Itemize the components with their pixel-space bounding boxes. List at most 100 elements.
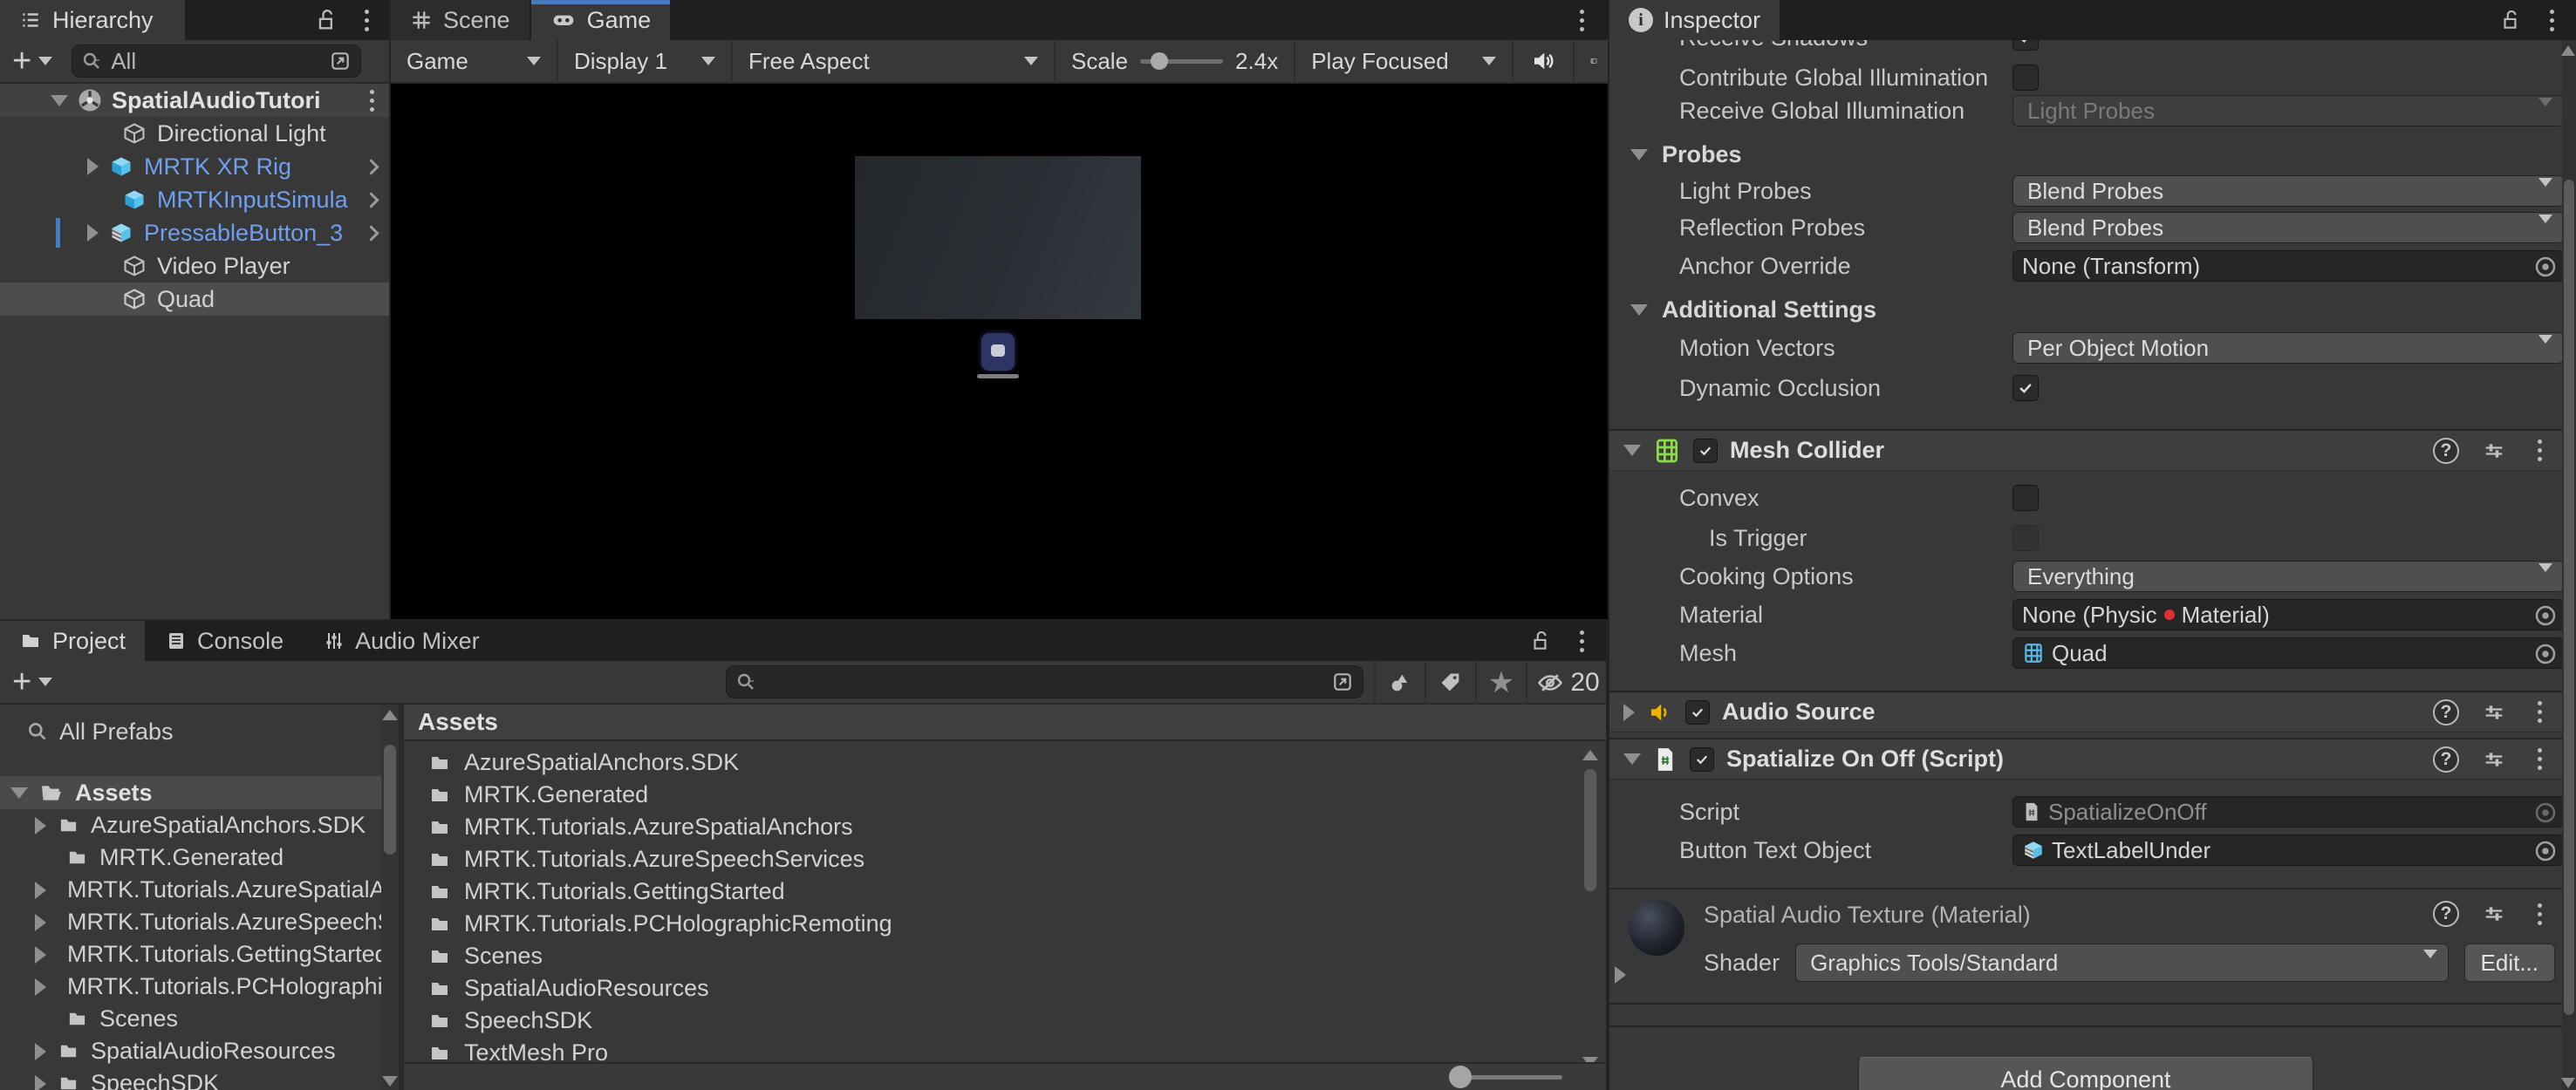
- component-menu-icon[interactable]: [2529, 748, 2550, 770]
- scene-menu-icon[interactable]: [361, 89, 382, 112]
- material-menu-icon[interactable]: [2529, 903, 2550, 925]
- lock-icon[interactable]: [314, 7, 338, 33]
- tab-scene[interactable]: Scene: [391, 0, 531, 40]
- hierarchy-scene-row[interactable]: SpatialAudioTutori: [0, 84, 389, 117]
- tree-item[interactable]: MRTK.Tutorials.AzureSpatialAnchors: [0, 874, 381, 906]
- presets-icon[interactable]: [2482, 439, 2506, 463]
- prefab-open-chevron-icon[interactable]: [363, 224, 379, 242]
- lock-icon[interactable]: [1529, 629, 1552, 653]
- presets-icon[interactable]: [2482, 902, 2506, 926]
- hierarchy-search[interactable]: [72, 44, 362, 78]
- search-by-label-button[interactable]: [1425, 661, 1475, 705]
- foldout-open-icon[interactable]: [1623, 445, 1641, 456]
- asset-item[interactable]: MRTK.Tutorials.GettingStarted: [404, 875, 1606, 908]
- tree-item[interactable]: MRTK.Generated: [0, 841, 381, 874]
- material-preview-sphere[interactable]: [1629, 900, 1684, 956]
- shader-dropdown[interactable]: Graphics Tools/Standard: [1795, 944, 2449, 982]
- tab-hierarchy[interactable]: Hierarchy: [0, 0, 187, 40]
- help-icon[interactable]: ?: [2433, 901, 2459, 927]
- play-focused-dropdown[interactable]: Play Focused: [1294, 39, 1512, 83]
- prefab-open-chevron-icon[interactable]: [363, 191, 379, 208]
- cooking-options-dropdown[interactable]: Everything: [2012, 561, 2562, 592]
- scroll-up-icon[interactable]: [382, 710, 398, 720]
- audio-source-enabled-checkbox[interactable]: [1685, 699, 1710, 725]
- asset-item[interactable]: MRTK.Tutorials.AzureSpatialAnchors: [404, 811, 1606, 843]
- mesh-field[interactable]: Quad: [2012, 637, 2562, 669]
- asset-item[interactable]: MRTK.Generated: [404, 779, 1606, 811]
- inspector-scrollbar-thumb[interactable]: [2564, 180, 2574, 1015]
- tree-item[interactable]: MRTK.Tutorials.PCHolographicRemoting: [0, 971, 381, 1003]
- scroll-up-icon[interactable]: [2561, 45, 2575, 56]
- panel-menu-icon[interactable]: [1571, 630, 1592, 652]
- search-window-icon[interactable]: [1331, 671, 1354, 693]
- asset-item[interactable]: SpatialAudioResources: [404, 972, 1606, 1005]
- game-target-dropdown[interactable]: Game: [391, 39, 557, 83]
- reflection-probes-dropdown[interactable]: Blend Probes: [2012, 212, 2562, 243]
- search-by-type-button[interactable]: [1374, 661, 1425, 705]
- mute-audio-button[interactable]: [1512, 39, 1573, 83]
- tree-scrollbar-thumb[interactable]: [384, 745, 396, 855]
- presets-icon[interactable]: [2482, 700, 2506, 725]
- asset-item[interactable]: MRTK.Tutorials.AzureSpeechServices: [404, 843, 1606, 875]
- aspect-dropdown[interactable]: Free Aspect: [731, 39, 1054, 83]
- dynamic-occlusion-checkbox[interactable]: [2012, 375, 2039, 401]
- foldout-open-icon[interactable]: [1623, 753, 1641, 765]
- scale-slider-knob[interactable]: [1151, 52, 1169, 70]
- shader-edit-button[interactable]: Edit...: [2463, 944, 2555, 982]
- asset-item[interactable]: SpeechSDK: [404, 1005, 1606, 1037]
- tree-item[interactable]: SpatialAudioResources: [0, 1035, 381, 1067]
- hidden-packages-toggle[interactable]: 20: [1526, 661, 1608, 705]
- foldout-open-icon[interactable]: [51, 94, 68, 106]
- help-icon[interactable]: ?: [2433, 437, 2459, 464]
- project-search[interactable]: [726, 665, 1363, 698]
- foldout-closed-icon[interactable]: [1623, 703, 1635, 721]
- tab-game[interactable]: Game: [530, 0, 673, 40]
- tree-item[interactable]: Scenes: [0, 1003, 381, 1035]
- help-icon[interactable]: ?: [2433, 746, 2459, 773]
- hierarchy-item-mrtk-input-simulator[interactable]: MRTKInputSimula: [0, 183, 389, 216]
- lock-icon[interactable]: [2499, 8, 2522, 32]
- hierarchy-item-directional-light[interactable]: Directional Light: [0, 117, 389, 150]
- spatialize-enabled-checkbox[interactable]: [1690, 746, 1714, 772]
- tree-item[interactable]: MRTK.Tutorials.AzureSpeechServices: [0, 906, 381, 938]
- tab-audio-mixer[interactable]: Audio Mixer: [304, 621, 501, 661]
- tree-item[interactable]: MRTK.Tutorials.GettingStarted: [0, 938, 381, 971]
- foldout-closed-icon[interactable]: [87, 158, 99, 175]
- tree-root-assets[interactable]: Assets: [0, 776, 381, 809]
- add-component-button[interactable]: Add Component: [1858, 1057, 2313, 1090]
- hierarchy-item-mrtk-xr-rig[interactable]: MRTK XR Rig: [0, 150, 389, 183]
- stats-button[interactable]: [1573, 39, 1597, 83]
- panel-menu-icon[interactable]: [356, 9, 377, 31]
- thumbnail-size-slider[interactable]: [1449, 1066, 1562, 1088]
- hierarchy-search-input[interactable]: [111, 47, 330, 75]
- contribute-gi-checkbox[interactable]: [2012, 65, 2039, 91]
- spatialize-header[interactable]: Spatialize On Off (Script) ?: [1609, 738, 2562, 780]
- probes-foldout[interactable]: Probes: [1609, 138, 2562, 171]
- display-dropdown[interactable]: Display 1: [557, 39, 731, 83]
- tree-scrollbar[interactable]: [381, 705, 399, 1090]
- asset-item[interactable]: MRTK.Tutorials.PCHolographicRemoting: [404, 908, 1606, 940]
- convex-checkbox[interactable]: [2012, 485, 2039, 511]
- scroll-up-icon[interactable]: [1582, 750, 1598, 760]
- hierarchy-item-pressable-button[interactable]: PressableButton_3: [0, 216, 389, 249]
- light-probes-dropdown[interactable]: Blend Probes: [2012, 175, 2562, 207]
- create-dropdown-caret[interactable]: [38, 57, 53, 65]
- object-picker-icon[interactable]: [2532, 838, 2559, 865]
- tab-inspector[interactable]: i Inspector: [1609, 0, 1782, 40]
- component-menu-icon[interactable]: [2529, 439, 2550, 461]
- asset-item[interactable]: Scenes: [404, 940, 1606, 972]
- scale-slider[interactable]: [1140, 52, 1224, 70]
- hierarchy-item-video-player[interactable]: Video Player: [0, 249, 389, 283]
- component-menu-icon[interactable]: [2529, 701, 2550, 723]
- search-window-icon[interactable]: [329, 50, 352, 72]
- hierarchy-item-quad[interactable]: Quad: [0, 283, 389, 316]
- assets-breadcrumb[interactable]: Assets: [404, 705, 1606, 741]
- project-search-input[interactable]: [765, 668, 1331, 696]
- favorite-all-prefabs[interactable]: All Prefabs: [0, 715, 381, 748]
- mesh-collider-enabled-checkbox[interactable]: [1693, 438, 1718, 463]
- assets-scrollbar-thumb[interactable]: [1584, 769, 1596, 891]
- tree-item[interactable]: AzureSpatialAnchors.SDK: [0, 809, 381, 841]
- create-dropdown-caret[interactable]: [38, 678, 53, 686]
- material-foldout-icon[interactable]: [1615, 966, 1626, 984]
- thumbnail-size-knob[interactable]: [1449, 1066, 1472, 1088]
